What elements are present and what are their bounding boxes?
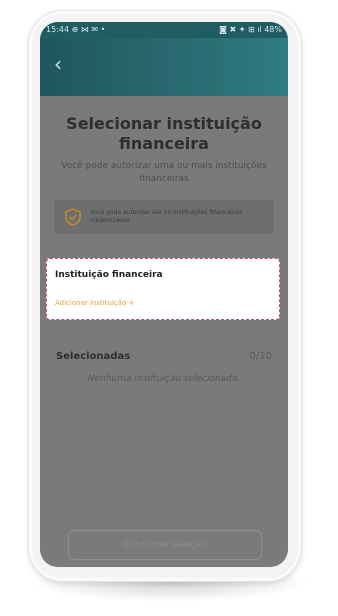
status-time: 15:44 ⊕ ⋈ ✉ • (46, 22, 105, 38)
app-header: ‹ (40, 38, 288, 96)
institution-card: Instituição financeira Adicionar institu… (46, 258, 280, 320)
main-content: Selecionar instituição financeira Você p… (40, 96, 288, 567)
signal-icons: ◙ ✖ ✦ ⊞ ıl (219, 25, 262, 34)
battery-text: 48% (264, 25, 282, 34)
confirm-selection-button[interactable]: Confirmar seleção (68, 530, 262, 560)
add-institution-link[interactable]: Adicionar instituição + (55, 299, 134, 307)
empty-selection-text: Nenhuma instituição selecionada. (87, 374, 241, 384)
time-text: 15:44 (46, 25, 70, 34)
info-text: Você pode autorizar até 10 instituições … (90, 209, 243, 224)
selected-count: 0/10 (249, 351, 272, 362)
institution-label: Instituição financeira (55, 270, 163, 280)
info-banner: Você pode autorizar até 10 instituições … (54, 200, 274, 234)
selected-label: Selecionadas (56, 351, 131, 362)
phone-screen: 15:44 ⊕ ⋈ ✉ • ◙ ✖ ✦ ⊞ ıl 48% ‹ Seleciona… (40, 22, 288, 567)
notification-icons: ⊕ ⋈ ✉ • (71, 25, 106, 34)
chevron-left-icon[interactable]: ‹ (54, 52, 62, 76)
page-subtitle: Você pode autorizar uma ou mais institui… (61, 161, 267, 184)
shield-check-icon (65, 208, 81, 226)
page-title: Selecionar instituição financeira (66, 114, 262, 153)
status-bar: 15:44 ⊕ ⋈ ✉ • ◙ ✖ ✦ ⊞ ıl 48% (40, 22, 288, 38)
status-right: ◙ ✖ ✦ ⊞ ıl 48% (219, 22, 282, 38)
